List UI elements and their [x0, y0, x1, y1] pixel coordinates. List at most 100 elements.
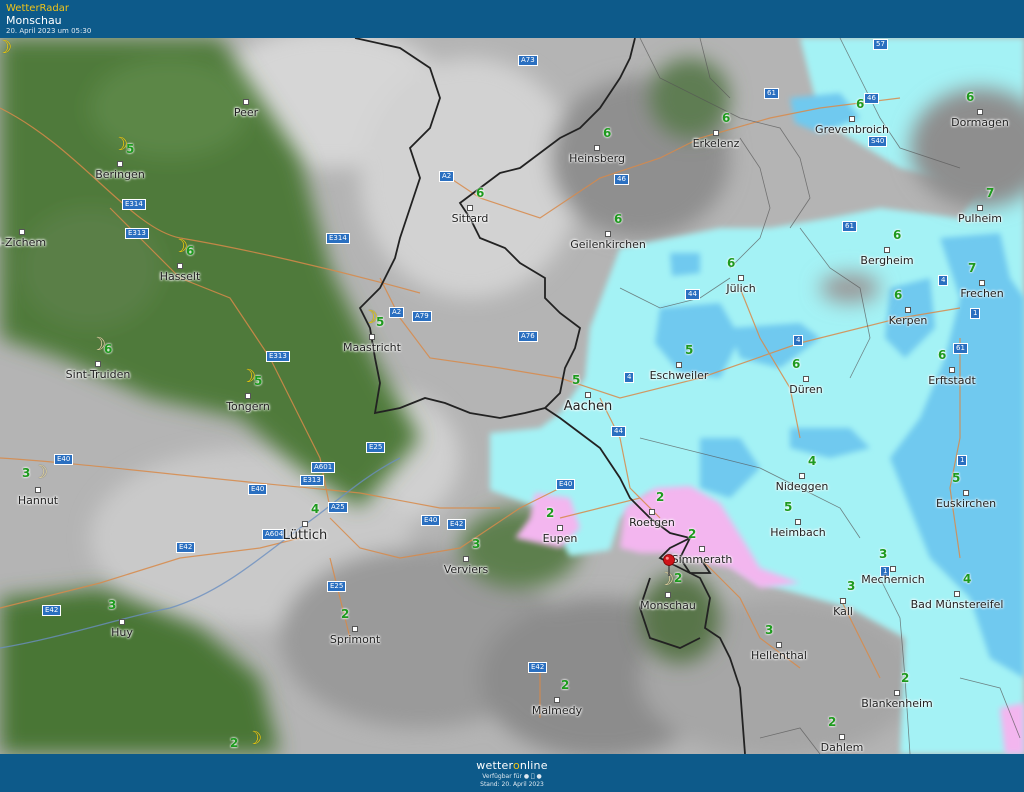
- app-title: WetterRadar: [6, 3, 70, 14]
- city-label[interactable]: Kall: [833, 605, 853, 618]
- road-shield: 44: [611, 426, 626, 437]
- city-label[interactable]: Malmedy: [532, 704, 582, 717]
- temperature-value: 3: [879, 547, 888, 561]
- temperature-value: 6: [476, 186, 485, 200]
- city-label[interactable]: Peer: [234, 106, 258, 119]
- road-shield: 1: [970, 308, 981, 319]
- city-dot: [849, 116, 855, 122]
- city-dot: [594, 145, 600, 151]
- city-dot: [963, 490, 969, 496]
- road-shield: A601: [311, 462, 336, 473]
- city-dot: [95, 361, 101, 367]
- city-label[interactable]: Simmerath: [672, 553, 733, 566]
- city-label[interactable]: l-Zichem: [0, 236, 46, 249]
- city-dot: [35, 487, 41, 493]
- available-for: Verfügbar für ●  ●: [0, 773, 1024, 780]
- app-footer: wetteronline Verfügbar für ●  ● Stand: …: [0, 754, 1024, 792]
- wetteronline-logo[interactable]: wetteronline: [0, 759, 1024, 772]
- temperature-value: 2: [656, 490, 665, 504]
- city-label[interactable]: Sint-Truiden: [66, 368, 131, 381]
- city-dot: [977, 109, 983, 115]
- road-shield: E42: [176, 542, 196, 553]
- temperature-value: 6: [966, 90, 975, 104]
- city-label[interactable]: Geilenkirchen: [570, 238, 646, 251]
- city-label[interactable]: Hannut: [18, 494, 58, 507]
- city-label[interactable]: Heinsberg: [569, 152, 625, 165]
- road-shield: 61: [842, 221, 857, 232]
- map-pin-icon[interactable]: [662, 554, 676, 576]
- city-label[interactable]: Mechernich: [861, 573, 924, 586]
- city-label[interactable]: Nideggen: [776, 480, 829, 493]
- road-shield: S40: [868, 136, 888, 147]
- city-label[interactable]: Erkelenz: [693, 137, 740, 150]
- temperature-value: 6: [894, 288, 903, 302]
- temperature-value: 7: [986, 186, 995, 200]
- temperature-value: 2: [688, 527, 697, 541]
- city-label[interactable]: Tongern: [226, 400, 270, 413]
- moon-icon: ☽: [172, 236, 189, 257]
- city-label[interactable]: Frechen: [960, 287, 1003, 300]
- city-dot: [977, 205, 983, 211]
- city-label[interactable]: Bergheim: [860, 254, 913, 267]
- city-label[interactable]: Heimbach: [770, 526, 826, 539]
- city-dot: [557, 525, 563, 531]
- road-shield: 4: [938, 275, 949, 286]
- city-dot: [803, 376, 809, 382]
- city-dot: [352, 626, 358, 632]
- stand-date: Stand: 20. April 2023: [480, 781, 544, 788]
- city-label[interactable]: Düren: [789, 383, 822, 396]
- city-label[interactable]: Hasselt: [160, 270, 201, 283]
- city-label[interactable]: Lüttich: [283, 528, 327, 543]
- city-dot: [605, 231, 611, 237]
- city-label[interactable]: Monschau: [640, 599, 696, 612]
- city-label[interactable]: Dahlem: [821, 741, 864, 754]
- road-shield: 46: [614, 174, 629, 185]
- city-label[interactable]: Erftstadt: [928, 374, 976, 387]
- road-shield: E313: [125, 228, 149, 239]
- road-shield: A2: [439, 171, 455, 182]
- city-dot: [302, 521, 308, 527]
- city-label[interactable]: Sprimont: [330, 633, 380, 646]
- city-dot: [119, 619, 125, 625]
- moon-icon: ☽: [240, 366, 257, 387]
- moon-icon: ☽: [246, 728, 263, 749]
- available-label: Verfügbar für: [482, 773, 522, 780]
- city-label[interactable]: Kerpen: [889, 314, 928, 327]
- city-label[interactable]: Dormagen: [951, 116, 1009, 129]
- city-label[interactable]: Eschweiler: [650, 369, 709, 382]
- city-label[interactable]: Bad Münstereifel: [911, 598, 1004, 611]
- city-dot: [243, 99, 249, 105]
- city-label[interactable]: Grevenbroich: [815, 123, 889, 136]
- road-shield: E314: [122, 199, 146, 210]
- city-dot: [467, 205, 473, 211]
- road-shield: E42: [528, 662, 548, 673]
- city-label[interactable]: Hellenthal: [751, 649, 807, 662]
- city-label[interactable]: Aachen: [564, 399, 612, 414]
- city-dot: [949, 367, 955, 373]
- city-label[interactable]: Roetgen: [629, 516, 675, 529]
- city-label[interactable]: Sittard: [452, 212, 489, 225]
- city-dot: [245, 393, 251, 399]
- city-label[interactable]: Maastricht: [343, 341, 401, 354]
- road-shield: A76: [518, 331, 538, 342]
- city-label[interactable]: Jülich: [726, 282, 755, 295]
- city-label[interactable]: Huy: [111, 626, 133, 639]
- road-shield: E40: [421, 515, 441, 526]
- city-label[interactable]: Euskirchen: [936, 497, 996, 510]
- temperature-value: 5: [784, 500, 793, 514]
- city-label[interactable]: Beringen: [95, 168, 145, 181]
- city-label[interactable]: Pulheim: [958, 212, 1002, 225]
- city-dot: [369, 334, 375, 340]
- city-dot: [649, 509, 655, 515]
- city-label[interactable]: Blankenheim: [861, 697, 933, 710]
- city-dot: [890, 566, 896, 572]
- radar-map[interactable]: A73 57 61 46 S40 A2 46 E314 E313 E314 61 4 A2 A79 44 A7…: [0, 38, 1024, 754]
- timestamp: 20. April 2023 um 05:30: [6, 27, 92, 35]
- temperature-value: 2: [230, 736, 239, 750]
- location-title: Monschau: [6, 14, 62, 27]
- city-label[interactable]: Verviers: [444, 563, 489, 576]
- road-shield: E40: [248, 484, 268, 495]
- temperature-value: 2: [901, 671, 910, 685]
- city-label[interactable]: Eupen: [543, 532, 578, 545]
- temperature-value: 6: [722, 111, 731, 125]
